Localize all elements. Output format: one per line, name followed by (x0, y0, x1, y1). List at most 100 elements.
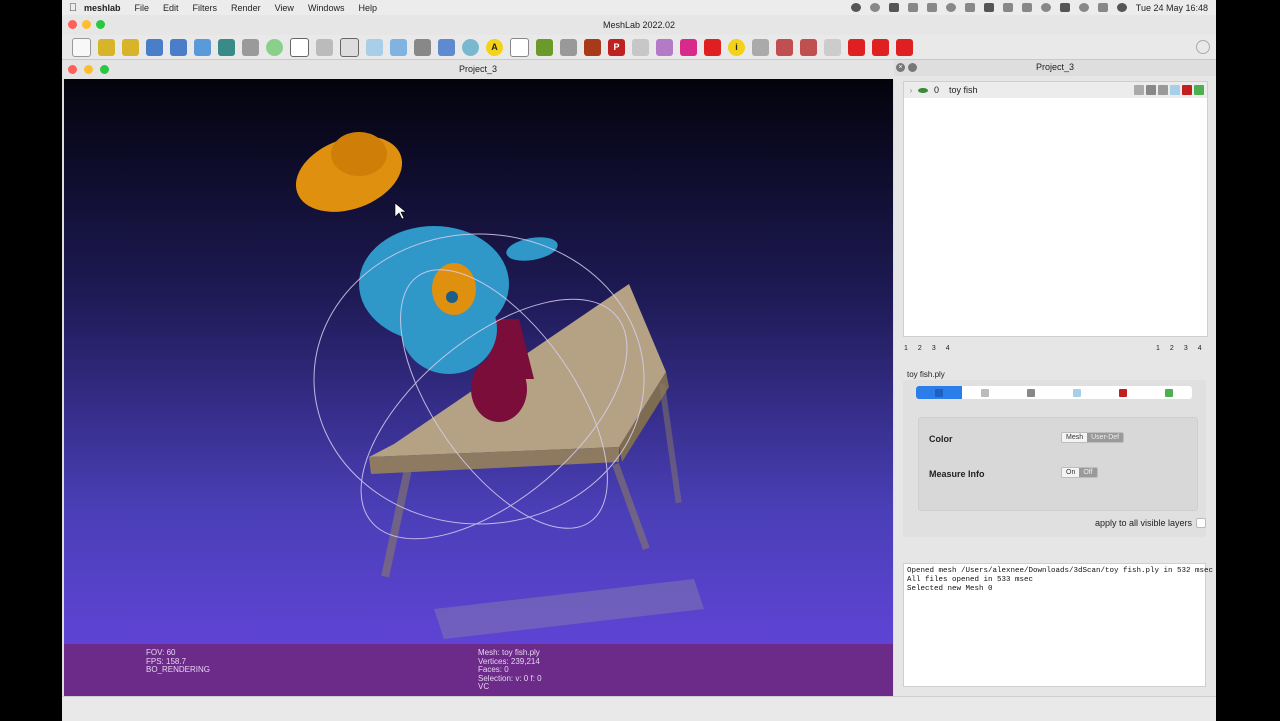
menu-file[interactable]: File (135, 3, 150, 13)
select-faces-icon[interactable] (656, 38, 673, 56)
menu-windows[interactable]: Windows (308, 3, 345, 13)
display-icon[interactable] (907, 3, 918, 12)
export-mesh-icon[interactable] (194, 38, 211, 56)
layer-bbox-icon[interactable] (1134, 85, 1144, 95)
measure-icon[interactable] (510, 37, 529, 57)
new-project-icon[interactable] (72, 37, 91, 57)
delete-faces-vertices-icon[interactable] (896, 38, 913, 56)
color-paint-icon[interactable] (680, 38, 697, 56)
page-num[interactable]: 1 (904, 345, 908, 352)
menu-filters[interactable]: Filters (193, 3, 218, 13)
layer-color-icon[interactable] (1194, 85, 1204, 95)
open-project-icon[interactable] (98, 38, 115, 56)
page-num[interactable]: 1 (1156, 345, 1160, 352)
annotate-icon[interactable]: A (486, 38, 503, 56)
lighting-icon[interactable] (414, 38, 431, 56)
apply-all-checkbox[interactable] (1196, 518, 1206, 528)
layer-texture-icon[interactable] (1182, 85, 1192, 95)
pickpoints-icon[interactable] (536, 38, 553, 56)
import-mesh-icon[interactable] (122, 38, 139, 56)
delete-faces-icon[interactable] (872, 38, 889, 56)
expand-arrow-icon[interactable]: › (906, 86, 916, 95)
app-status-icon[interactable] (888, 3, 899, 12)
bluetooth-icon[interactable] (1002, 3, 1013, 12)
volume-icon[interactable] (964, 3, 975, 12)
3d-viewport[interactable]: FOV: 60 FPS: 158.7 BO_RENDERING Mesh: to… (64, 79, 893, 696)
select-zone-icon[interactable] (800, 38, 817, 56)
page-num[interactable]: 3 (932, 345, 936, 352)
info-icon[interactable]: i (728, 38, 745, 56)
tab-texture[interactable] (1100, 386, 1146, 399)
brush-icon[interactable] (584, 38, 601, 56)
select-vertices-icon[interactable] (632, 38, 649, 56)
color-userdef-option[interactable]: User-Def (1087, 433, 1124, 442)
bbox-icon[interactable] (266, 38, 283, 56)
wifi-icon[interactable] (1021, 3, 1032, 12)
delete-vertices-icon[interactable] (848, 38, 865, 56)
points-render-icon[interactable] (316, 38, 333, 56)
panel-float-icon[interactable] (908, 63, 917, 72)
subwindow-zoom-icon[interactable] (100, 65, 109, 74)
battery-icon[interactable] (983, 3, 994, 12)
spotlight-search-icon[interactable] (1078, 3, 1089, 12)
axis-icon[interactable] (438, 38, 455, 56)
log-console[interactable]: Opened mesh /Users/alexnee/Downloads/3dS… (903, 563, 1213, 687)
color-mesh-option[interactable]: Mesh (1062, 433, 1088, 442)
menu-help[interactable]: Help (358, 3, 377, 13)
layer-row[interactable]: › 0 toy fish (904, 82, 1207, 98)
record-icon[interactable] (850, 3, 861, 12)
apple-icon[interactable]:  (62, 2, 84, 14)
page-num[interactable]: 3 (1184, 345, 1188, 352)
tab-wire[interactable] (1008, 386, 1054, 399)
render-stats: FOV: 60 FPS: 158.7 BO_RENDERING (146, 648, 210, 675)
trackball-icon[interactable] (462, 38, 479, 56)
user-icon[interactable] (1040, 3, 1051, 12)
subwindow-close-icon[interactable] (68, 65, 77, 74)
page-num[interactable]: 4 (1198, 345, 1202, 352)
menu-render[interactable]: Render (231, 3, 261, 13)
layer-wire-icon[interactable] (1158, 85, 1168, 95)
paint-icon[interactable]: P (608, 38, 625, 56)
input-source-icon[interactable] (1059, 3, 1070, 12)
layers-icon[interactable] (242, 38, 259, 56)
select-all-icon[interactable] (824, 38, 841, 56)
layer-points-icon[interactable] (1146, 85, 1156, 95)
reload-icon[interactable] (146, 38, 163, 56)
select-connected-icon[interactable] (752, 38, 769, 56)
box-view-icon[interactable] (290, 37, 309, 57)
search-icon[interactable] (1196, 40, 1210, 54)
wireframe-icon[interactable] (340, 37, 359, 57)
siri-icon[interactable] (1116, 3, 1127, 12)
menu-edit[interactable]: Edit (163, 3, 179, 13)
panel-close-icon[interactable]: × (896, 63, 905, 72)
window-icon[interactable] (926, 3, 937, 12)
status-bar (62, 696, 1216, 721)
layer-list[interactable]: › 0 toy fish (903, 81, 1208, 337)
measure-off-option[interactable]: Off (1079, 468, 1097, 477)
measure-on-option[interactable]: On (1062, 468, 1080, 477)
smooth-render-icon[interactable] (390, 38, 407, 56)
menu-view[interactable]: View (275, 3, 294, 13)
tab-vertices[interactable] (962, 386, 1008, 399)
page-num[interactable]: 2 (918, 345, 922, 352)
control-center-icon[interactable] (1097, 3, 1108, 12)
eye-visible-icon[interactable] (918, 87, 928, 93)
tab-flat[interactable] (1054, 386, 1100, 399)
camera-icon[interactable] (560, 38, 577, 56)
snapshot-icon[interactable] (218, 38, 235, 56)
layer-flat-icon[interactable] (1170, 85, 1180, 95)
tab-points[interactable] (916, 386, 962, 399)
select-region-icon[interactable] (776, 38, 793, 56)
tab-color[interactable] (1146, 386, 1192, 399)
georef-icon[interactable] (704, 38, 721, 56)
menu-app-name[interactable]: meshlab (84, 3, 121, 13)
reload-all-icon[interactable] (170, 38, 187, 56)
flat-render-icon[interactable] (366, 38, 383, 56)
sync-icon[interactable] (945, 3, 956, 12)
page-num[interactable]: 2 (1170, 345, 1174, 352)
clock[interactable]: Tue 24 May 16:48 (1136, 3, 1208, 13)
subwindow-minimize-icon[interactable] (84, 65, 93, 74)
left-page-numbers: 1 2 3 4 (904, 345, 950, 352)
circle-status-icon[interactable] (869, 3, 880, 12)
page-num[interactable]: 4 (946, 345, 950, 352)
